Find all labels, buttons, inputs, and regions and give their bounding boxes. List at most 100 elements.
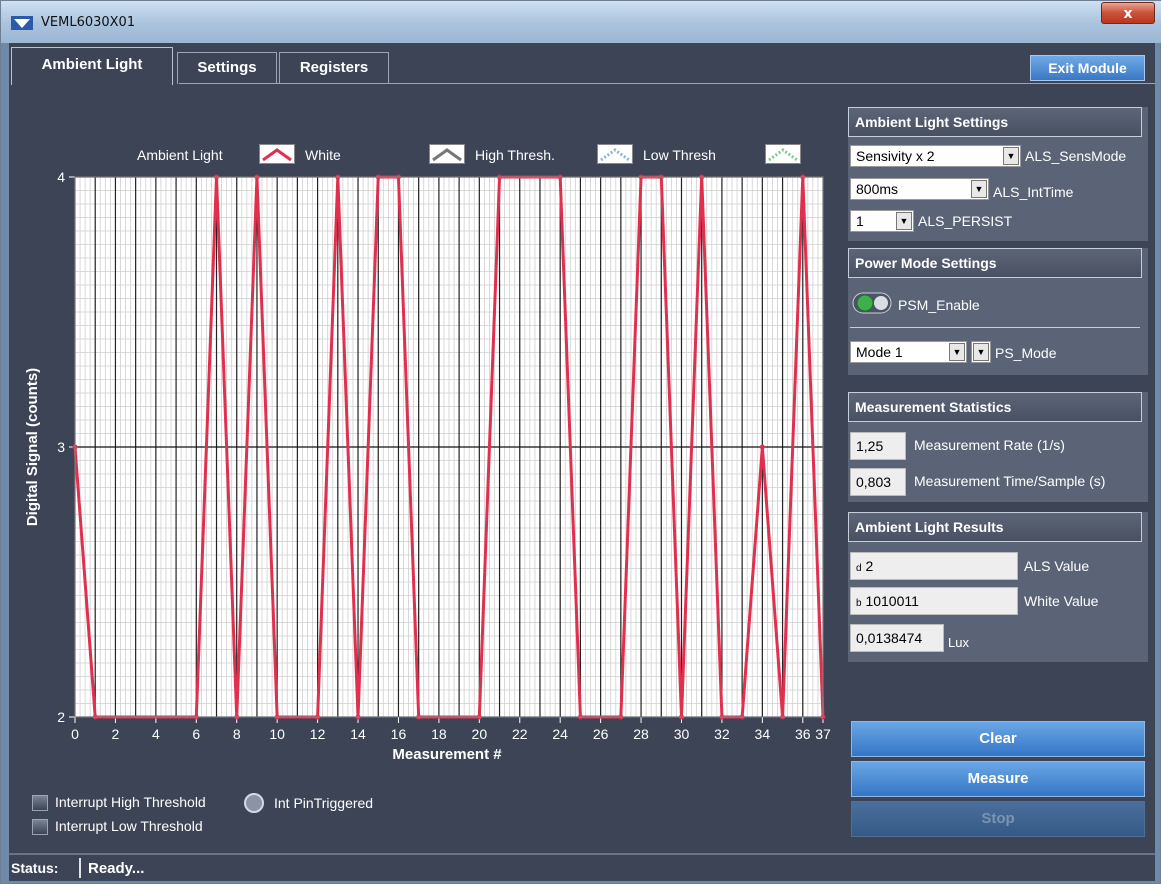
ps-mode-label: PS_Mode <box>995 345 1057 361</box>
x-tick-label: 12 <box>310 726 326 742</box>
status-value: Ready... <box>88 860 145 877</box>
status-divider <box>79 858 81 878</box>
als-sensmode-select[interactable]: Sensivity x 2 ▼ <box>850 145 1021 167</box>
als-sensmode-label: ALS_SensMode <box>1025 148 1127 164</box>
legend-title: Ambient Light <box>137 147 223 163</box>
lux-label: Lux <box>948 635 969 650</box>
lux-value: 0,0138474 <box>850 624 944 652</box>
white-value: 1010011 <box>865 593 919 609</box>
measurement-rate-label: Measurement Rate (1/s) <box>914 437 1065 453</box>
als-value-label: ALS Value <box>1024 558 1090 574</box>
x-tick-label: 18 <box>431 726 447 742</box>
legend-low-thresh-icon <box>597 144 633 164</box>
power-mode-settings-header: Power Mode Settings <box>848 248 1142 278</box>
als-sensmode-value: Sensivity x 2 <box>856 148 935 164</box>
x-tick-label: 10 <box>269 726 285 742</box>
chevron-down-icon: ▼ <box>949 343 965 361</box>
x-tick-label: 8 <box>233 726 241 742</box>
close-icon: x <box>1123 6 1133 22</box>
measure-button[interactable]: Measure <box>851 761 1145 797</box>
x-tick-label: 32 <box>714 726 730 742</box>
als-inttime-label: ALS_IntTime <box>993 184 1074 200</box>
window-title: VEML6030X01 <box>41 15 136 30</box>
chevron-down-icon: ▼ <box>971 180 987 198</box>
legend-white-icon <box>259 144 295 164</box>
x-tick-label: 24 <box>552 726 568 742</box>
ambient-light-settings-panel: Ambient Light Settings Sensivity x 2 ▼ A… <box>848 107 1148 241</box>
x-tick-label: 26 <box>593 726 609 742</box>
ambient-light-results-header: Ambient Light Results <box>848 512 1142 542</box>
y-tick-label: 3 <box>57 439 65 455</box>
x-tick-label: 36 <box>795 726 811 742</box>
als-persist-label: ALS_PERSIST <box>918 213 1013 229</box>
legend-extra-icon <box>765 144 801 164</box>
als-value-display: d 2 <box>850 552 1018 580</box>
chevron-down-icon: ▼ <box>896 212 912 230</box>
measurement-rate-value: 1,25 <box>850 432 906 460</box>
close-button[interactable]: x <box>1101 2 1155 24</box>
y-axis-label: Digital Signal (counts) <box>24 368 41 526</box>
als-inttime-select[interactable]: 800ms ▼ <box>850 178 989 200</box>
als-value-prefix: d <box>856 563 862 574</box>
psm-toggle-icon[interactable] <box>852 292 892 314</box>
legend-high-thresh-icon <box>429 144 465 164</box>
clear-button[interactable]: Clear <box>851 721 1145 757</box>
x-tick-label: 2 <box>112 726 120 742</box>
x-tick-label: 20 <box>472 726 488 742</box>
x-axis-label: Measurement # <box>392 746 502 763</box>
x-tick-label: 34 <box>755 726 771 742</box>
stop-button[interactable]: Stop <box>851 801 1145 837</box>
x-tick-label: 14 <box>350 726 366 742</box>
title-bar: VEML6030X01 x <box>1 1 1161 43</box>
window-frame: VEML6030X01 x Ambient Light Settings Reg… <box>0 0 1161 884</box>
tab-ambient-light[interactable]: Ambient Light <box>11 47 173 85</box>
ps-mode-value: Mode 1 <box>856 344 903 360</box>
white-value-display: b 1010011 <box>850 587 1018 615</box>
white-value-label: White Value <box>1024 593 1099 609</box>
x-tick-label: 6 <box>192 726 200 742</box>
measurement-time-value: 0,803 <box>850 468 906 496</box>
ps-mode-dropdown-button[interactable]: ▼ <box>971 341 991 363</box>
psm-enable-label: PSM_Enable <box>898 297 980 313</box>
power-mode-settings-panel: Power Mode Settings PSM_Enable Mode 1 ▼ … <box>848 248 1148 375</box>
ambient-light-chart: 0 2 4 6 8 10 12 14 16 18 20 22 24 26 28 30 32 34 36 37234Me… <box>24 169 831 763</box>
ambient-light-settings-header: Ambient Light Settings <box>848 107 1142 137</box>
als-persist-select[interactable]: 1 ▼ <box>850 210 914 232</box>
client-area: Ambient Light Settings Registers Exit Mo… <box>9 43 1155 881</box>
tab-settings[interactable]: Settings <box>177 52 277 84</box>
int-pin-triggered-label: Int PinTriggered <box>274 795 374 811</box>
ps-mode-select[interactable]: Mode 1 ▼ <box>850 341 967 363</box>
data-point <box>759 444 765 450</box>
als-persist-value: 1 <box>856 213 864 229</box>
legend-low-thresh-label: Low Thresh <box>643 147 716 163</box>
exit-module-button[interactable]: Exit Module <box>1030 55 1145 81</box>
status-bar: Status: Ready... <box>9 853 1155 881</box>
divider <box>850 327 1140 328</box>
interrupt-high-threshold-checkbox[interactable] <box>32 795 48 811</box>
ambient-light-results-panel: Ambient Light Results d 2 ALS Value b 10… <box>848 512 1148 662</box>
x-tick-label: 16 <box>391 726 407 742</box>
interrupt-low-threshold-label: Interrupt Low Threshold <box>55 818 203 834</box>
chevron-down-icon: ▼ <box>973 343 989 361</box>
x-tick-label: 37 <box>815 726 831 742</box>
y-tick-label: 4 <box>57 169 65 185</box>
legend-high-thresh-label: High Thresh. <box>475 147 555 163</box>
measurement-time-label: Measurement Time/Sample (s) <box>914 473 1106 489</box>
white-value-prefix: b <box>856 598 862 609</box>
x-tick-label: 28 <box>633 726 649 742</box>
legend-white-label: White <box>305 147 341 163</box>
measurement-statistics-panel: Measurement Statistics 1,25 Measurement … <box>848 392 1148 502</box>
x-tick-label: 4 <box>152 726 160 742</box>
measurement-statistics-header: Measurement Statistics <box>848 392 1142 422</box>
status-label: Status: <box>11 860 59 876</box>
x-tick-label: 0 <box>71 726 79 742</box>
x-tick-label: 30 <box>674 726 690 742</box>
interrupt-low-threshold-checkbox[interactable] <box>32 819 48 835</box>
als-value: 2 <box>865 558 874 574</box>
x-tick-label: 22 <box>512 726 528 742</box>
interrupt-high-threshold-label: Interrupt High Threshold <box>55 794 206 810</box>
chevron-down-icon: ▼ <box>1003 147 1019 165</box>
tab-registers[interactable]: Registers <box>279 52 389 84</box>
y-tick-label: 2 <box>57 709 65 725</box>
int-pin-led-icon <box>244 793 264 813</box>
